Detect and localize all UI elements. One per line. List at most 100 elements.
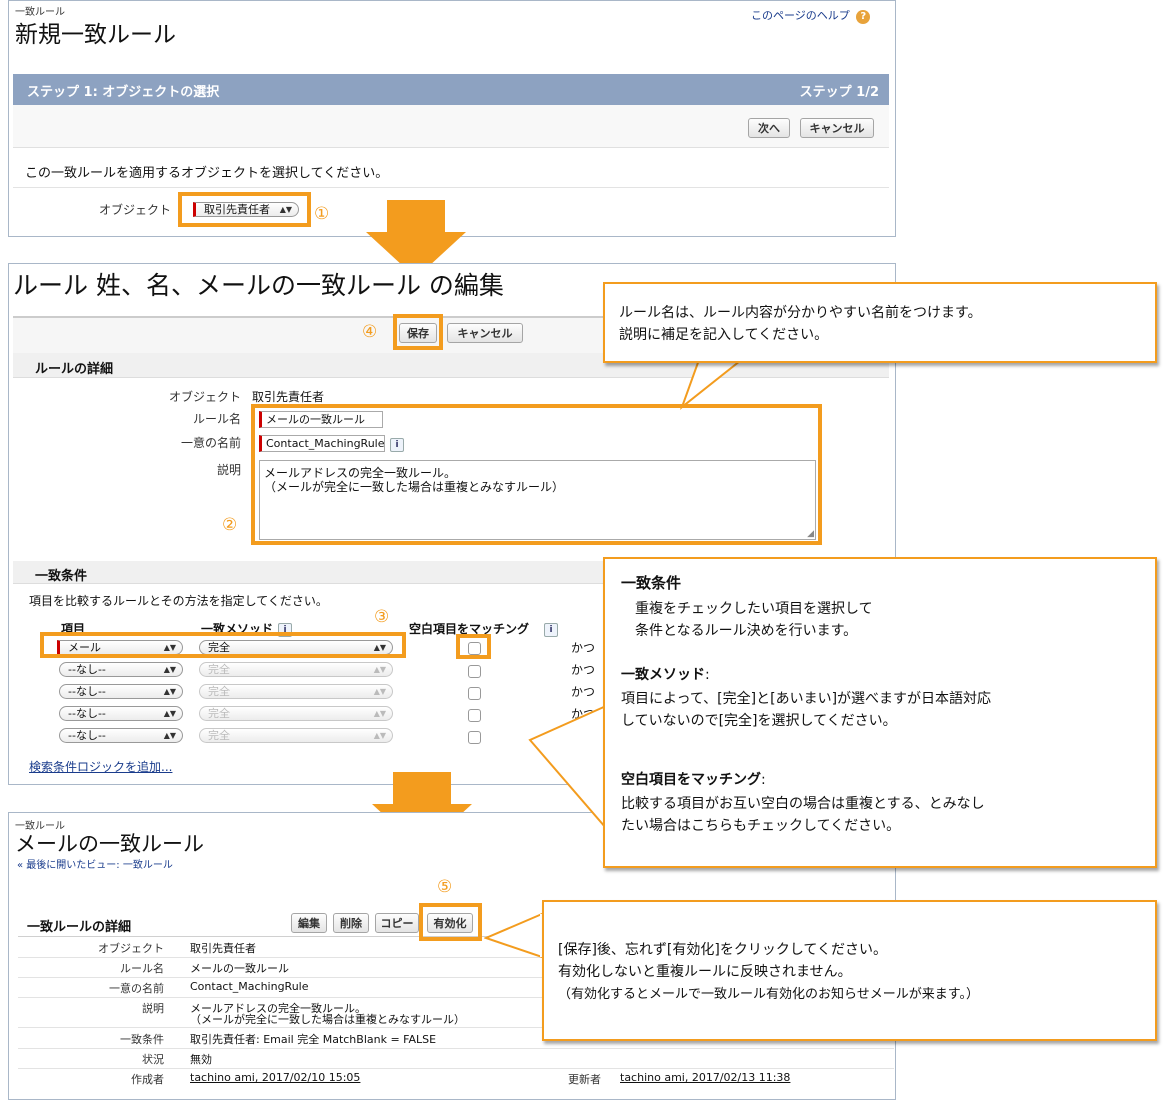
- callout-heading: 空白項目をマッチング: [621, 772, 761, 788]
- match-blank-checkbox[interactable]: [468, 665, 481, 678]
- highlight-match-blank: [456, 634, 491, 659]
- method-select[interactable]: 完全 ▲▼: [199, 684, 393, 699]
- highlight-rule-details: [251, 404, 822, 545]
- callout-pointer: [528, 704, 608, 831]
- step-marker-5: ⑤: [437, 877, 453, 897]
- select-arrow-icon: ▲▼: [163, 687, 176, 696]
- step-marker-1: ①: [314, 204, 330, 224]
- detail-value: 取引先責任者: [190, 942, 256, 955]
- updated-by-label: 更新者: [568, 1073, 601, 1086]
- callout-line: たい場合はこちらもチェックしてください。: [621, 818, 901, 834]
- select-arrow-icon: ▲▼: [373, 731, 386, 740]
- field-select[interactable]: --なし-- ▲▼: [59, 728, 183, 743]
- detail-label: 作成者: [131, 1073, 164, 1086]
- detail-label: 一意の名前: [109, 982, 164, 995]
- callout-line: 比較する項目がお互い空白の場合は重複とする、とみなし: [621, 796, 985, 812]
- callout-line: 有効化しないと重複ルールに反映されません。: [558, 964, 852, 980]
- object-label: オブジェクト: [98, 203, 171, 217]
- detail-value: （メールが完全に一致した場合は重複とみなすルール）: [190, 1013, 465, 1026]
- match-blank-checkbox[interactable]: [468, 731, 481, 744]
- field-select[interactable]: --なし-- ▲▼: [59, 706, 183, 721]
- created-by-link[interactable]: tachino ami, 2017/02/10 15:05: [190, 1071, 360, 1084]
- callout-heading-suffix: :: [761, 772, 766, 788]
- rule-name-label: ルール名: [192, 412, 241, 426]
- field-select-value: --なし--: [68, 663, 106, 676]
- callout-match-criteria: 一致条件 重複をチェックしたい項目を選択して 条件となるルール決めを行います。 …: [603, 557, 1157, 868]
- cancel-button[interactable]: キャンセル: [800, 118, 874, 138]
- updated-by-link[interactable]: tachino ami, 2017/02/13 11:38: [620, 1071, 790, 1084]
- section-title: 一致条件: [35, 569, 88, 584]
- help-link-label[interactable]: このページのヘルプ: [751, 9, 850, 22]
- method-select-value: 完全: [208, 685, 230, 698]
- and-label: かつ: [571, 641, 596, 655]
- method-select-value: 完全: [208, 707, 230, 720]
- description-label: 説明: [216, 463, 241, 477]
- match-blank-checkbox[interactable]: [468, 709, 481, 722]
- object-label: オブジェクト: [168, 390, 241, 404]
- field-select-value: --なし--: [68, 729, 106, 742]
- detail-value: 取引先責任者: Email 完全 MatchBlank = FALSE: [190, 1033, 437, 1046]
- field-select[interactable]: --なし-- ▲▼: [59, 684, 183, 699]
- help-icon[interactable]: ?: [856, 10, 871, 24]
- method-select-value: 完全: [208, 663, 230, 676]
- step-bar: ステップ 1: オブジェクトの選択 ステップ 1/2: [13, 74, 889, 105]
- select-arrow-icon: ▲▼: [373, 709, 386, 718]
- callout-rule-name: ルール名は、ルール内容が分かりやすい名前をつけます。 説明に補足を記入してくださ…: [603, 282, 1157, 363]
- field-select-value: --なし--: [68, 685, 106, 698]
- callout-line: していないので[完全]を選択してください。: [621, 713, 897, 729]
- step-marker-3: ③: [374, 607, 390, 627]
- select-arrow-icon: ▲▼: [163, 731, 176, 740]
- and-label: かつ: [571, 685, 596, 699]
- callout-line: [保存]後、忘れず[有効化]をクリックしてください。: [558, 942, 888, 958]
- detail-label: 一致条件: [120, 1033, 164, 1046]
- callout-activate: [保存]後、忘れず[有効化]をクリックしてください。 有効化しないと重複ルールに…: [542, 900, 1157, 1041]
- callout-line: ルール名は、ルール内容が分かりやすい名前をつけます。: [619, 305, 982, 321]
- instruction-text: この一致ルールを適用するオブジェクトを選択してください。: [25, 166, 389, 181]
- callout-heading-row: 空白項目をマッチング:: [621, 769, 766, 789]
- select-arrow-icon: ▲▼: [373, 665, 386, 674]
- step-marker-2: ②: [222, 515, 238, 535]
- back-link[interactable]: « 最後に開いたビュー: 一致ルール: [17, 856, 173, 871]
- callout-heading: 一致条件: [621, 574, 682, 592]
- step-count: ステップ 1/2: [799, 85, 879, 100]
- method-select[interactable]: 完全 ▲▼: [199, 706, 393, 721]
- select-arrow-icon: ▲▼: [163, 709, 176, 718]
- info-icon[interactable]: i: [544, 623, 558, 637]
- section-title: 一致ルールの詳細: [27, 920, 132, 935]
- callout-heading-row: 一致メソッド:: [621, 664, 710, 684]
- method-select[interactable]: 完全 ▲▼: [199, 662, 393, 677]
- detail-label: 説明: [142, 1002, 164, 1015]
- add-logic-link[interactable]: 検索条件ロジックを追加...: [29, 758, 172, 775]
- detail-row: 作成者 tachino ami, 2017/02/10 15:05 更新者 ta…: [18, 1068, 894, 1088]
- match-blank-checkbox[interactable]: [468, 687, 481, 700]
- detail-row: 状況 無効: [18, 1048, 894, 1069]
- select-arrow-icon: ▲▼: [373, 687, 386, 696]
- help-link[interactable]: このページのヘルプ ?: [751, 7, 871, 24]
- next-button[interactable]: 次へ: [748, 118, 790, 138]
- delete-button[interactable]: 削除: [333, 913, 369, 933]
- method-select[interactable]: 完全 ▲▼: [199, 728, 393, 743]
- page-title: ルール 姓、名、メールの一致ルール の編集: [13, 271, 504, 300]
- and-label: かつ: [571, 663, 596, 677]
- section-title: ルールの詳細: [35, 362, 114, 377]
- callout-line: 重複をチェックしたい項目を選択して: [635, 601, 873, 617]
- detail-label: ルール名: [120, 962, 164, 975]
- edit-button[interactable]: 編集: [291, 913, 327, 933]
- callout-line: 条件となるルール決めを行います。: [635, 623, 858, 639]
- detail-label: 状況: [142, 1053, 164, 1066]
- detail-label: オブジェクト: [98, 942, 164, 955]
- page-title: メールの一致ルール: [15, 832, 204, 856]
- copy-button[interactable]: コピー: [375, 913, 419, 933]
- step-title: ステップ 1: オブジェクトの選択: [27, 85, 220, 100]
- callout-heading: 一致メソッド: [621, 667, 705, 683]
- cancel-button[interactable]: キャンセル: [447, 323, 523, 343]
- object-value: 取引先責任者: [252, 390, 325, 404]
- detail-value: Contact_MachingRule: [190, 980, 309, 993]
- field-select[interactable]: --なし-- ▲▼: [59, 662, 183, 677]
- field-select-value: --なし--: [68, 707, 106, 720]
- detail-value: メールの一致ルール: [190, 962, 289, 975]
- callout-line: 項目によって、[完全]と[あいまい]が選べますが日本語対応: [621, 691, 992, 707]
- callout-line: 説明に補足を記入してください。: [619, 327, 829, 343]
- highlight-first-criteria-row: [40, 632, 406, 658]
- select-arrow-icon: ▲▼: [163, 665, 176, 674]
